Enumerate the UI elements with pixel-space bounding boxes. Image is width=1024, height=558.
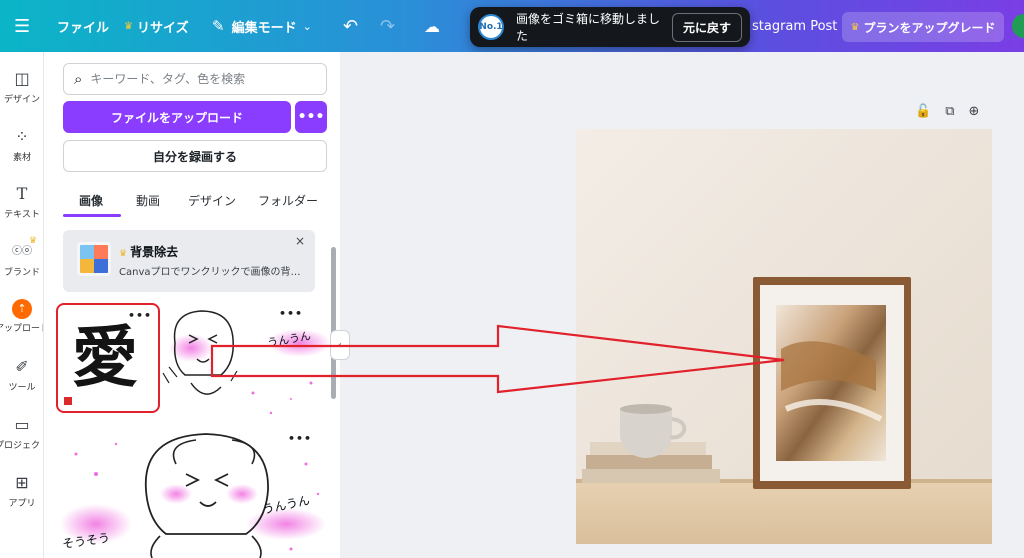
annotation-arrow [210, 324, 785, 394]
